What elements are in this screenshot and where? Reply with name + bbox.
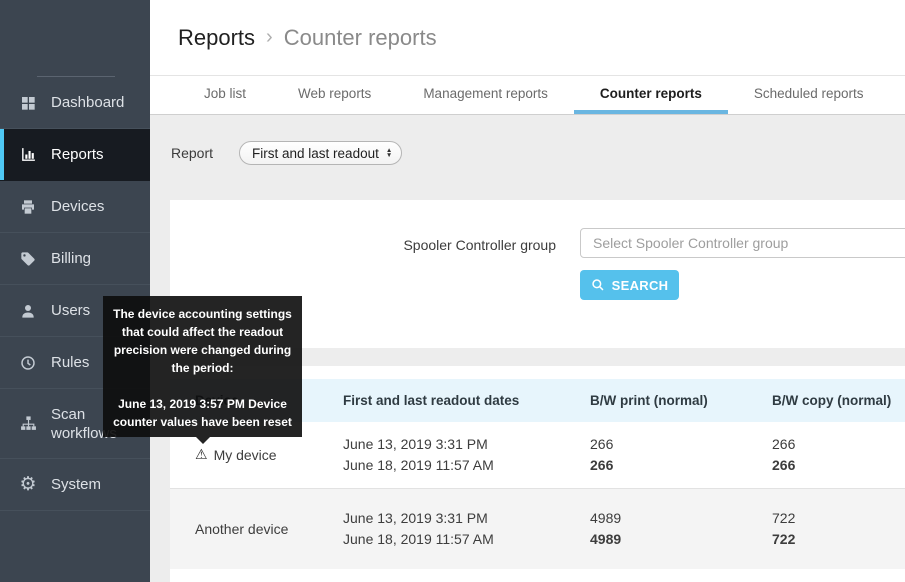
spooler-group-input[interactable] [580, 228, 905, 258]
warning-icon[interactable]: ⚠ [195, 447, 208, 463]
table-row: Another device June 13, 2019 3:31 PM Jun… [170, 488, 905, 569]
readout-dates-cell: June 13, 2019 3:31 PM June 18, 2019 11:5… [343, 434, 590, 476]
main-content: Reports › Counter reports Job list Web r… [150, 0, 905, 582]
sidebar-item-label: Devices [51, 197, 104, 216]
select-updown-icon: ▲▼ [386, 148, 392, 159]
search-icon [591, 278, 605, 292]
column-header-bw-print: B/W print (normal) [590, 393, 772, 408]
sidebar-logo-area [0, 0, 150, 77]
report-type-select[interactable]: First and last readout ▲▼ [239, 141, 402, 165]
report-type-selected-value: First and last readout [252, 146, 379, 161]
sidebar-item-label: System [51, 475, 101, 494]
sidebar-item-devices[interactable]: Devices [0, 181, 150, 233]
device-name-cell: ⚠ My device [195, 447, 343, 463]
page-title: Counter reports [284, 25, 437, 51]
warning-tooltip: The device accounting settings that coul… [103, 296, 302, 437]
column-header-bw-copy: B/W copy (normal) [772, 393, 905, 408]
search-button[interactable]: SEARCH [580, 270, 679, 300]
sidebar-item-label: Dashboard [51, 93, 124, 112]
sidebar-item-system[interactable]: ⚙ System [0, 459, 150, 511]
device-name: My device [214, 447, 277, 463]
sidebar-item-label: Users [51, 301, 90, 320]
report-filter-label: Report [171, 145, 213, 161]
search-button-label: SEARCH [612, 278, 669, 293]
page-header: Reports › Counter reports [150, 0, 905, 76]
dashboard-grid-icon [18, 95, 38, 111]
tooltip-arrow [196, 437, 210, 444]
device-name-cell: Another device [195, 521, 343, 537]
bw-copy-cell: 266 266 [772, 434, 905, 476]
clock-icon [18, 355, 38, 371]
bar-chart-icon [18, 146, 38, 163]
sidebar-item-dashboard[interactable]: Dashboard [0, 77, 150, 129]
breadcrumb: Reports › Counter reports [178, 25, 437, 51]
sidebar-nav: Dashboard Reports Devices Billing Users [0, 77, 150, 511]
breadcrumb-separator-icon: › [266, 26, 273, 49]
sidebar-item-label: Billing [51, 249, 91, 268]
tag-icon [18, 251, 38, 267]
sidebar: Dashboard Reports Devices Billing Users [0, 0, 150, 582]
sidebar-item-label: Reports [51, 145, 104, 164]
column-header-readout-dates: First and last readout dates [343, 393, 590, 408]
tab-web-reports[interactable]: Web reports [272, 76, 397, 114]
tab-counter-reports[interactable]: Counter reports [574, 76, 728, 114]
breadcrumb-parent[interactable]: Reports [178, 25, 255, 51]
tab-job-list[interactable]: Job list [178, 76, 272, 114]
sidebar-item-label: Rules [51, 353, 89, 372]
tab-management-reports[interactable]: Management reports [397, 76, 574, 114]
user-icon [18, 303, 38, 319]
report-filter-row: Report First and last readout ▲▼ [171, 141, 402, 165]
bw-print-cell: 266 266 [590, 434, 772, 476]
sidebar-item-billing[interactable]: Billing [0, 233, 150, 285]
printer-icon [18, 199, 38, 215]
sidebar-item-reports[interactable]: Reports [0, 129, 150, 181]
tooltip-text-line1: The device accounting settings that coul… [109, 305, 296, 377]
spooler-group-label: Spooler Controller group [170, 237, 556, 253]
readout-dates-cell: June 13, 2019 3:31 PM June 18, 2019 11:5… [343, 508, 590, 550]
sitemap-icon [18, 415, 38, 432]
bw-copy-cell: 722 722 [772, 508, 905, 550]
bw-print-cell: 4989 4989 [590, 508, 772, 550]
tab-scheduled-reports[interactable]: Scheduled reports [728, 76, 890, 114]
device-name: Another device [195, 521, 288, 537]
gear-icon: ⚙ [18, 475, 38, 494]
tooltip-text-line2: June 13, 2019 3:57 PM Device counter val… [109, 395, 296, 431]
tab-bar: Job list Web reports Management reports … [150, 76, 905, 115]
